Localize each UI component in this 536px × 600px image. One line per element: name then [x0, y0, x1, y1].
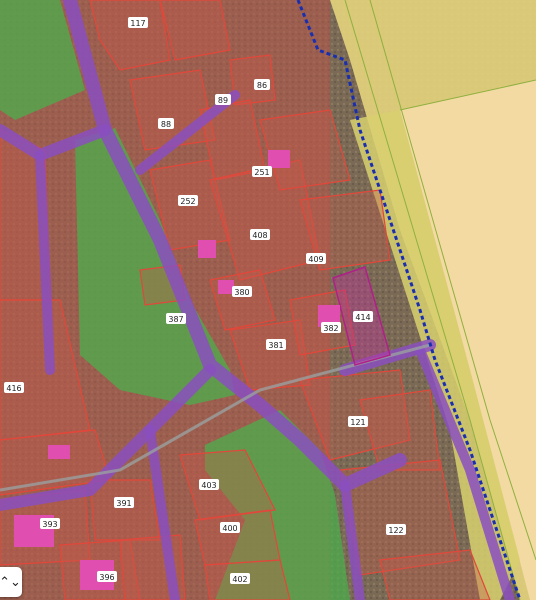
parcel-label[interactable]: 416	[6, 384, 21, 393]
parcel-label[interactable]: 387	[168, 315, 183, 324]
chevron-up-down-icon: ⌃⌄	[0, 574, 21, 590]
parcel-label[interactable]: 402	[232, 575, 247, 584]
parcel-label[interactable]: 380	[234, 288, 249, 297]
parcel-label[interactable]: 117	[130, 19, 145, 28]
parcel-label[interactable]: 408	[252, 231, 267, 240]
parcel-label[interactable]: 382	[323, 324, 338, 333]
parcel-label[interactable]: 122	[388, 526, 403, 535]
parcel-label[interactable]: 403	[201, 481, 216, 490]
parcel-label[interactable]: 400	[222, 524, 237, 533]
parcel-label[interactable]: 89	[218, 96, 228, 105]
parcel-label[interactable]: 252	[180, 197, 195, 206]
parcel-label[interactable]: 409	[308, 255, 323, 264]
zoom-control-button[interactable]: ⌃⌄	[0, 567, 22, 597]
parcel-label[interactable]: 391	[116, 499, 131, 508]
parcel-label[interactable]: 121	[350, 418, 365, 427]
map-view[interactable]: 117 86 89 88 251 252 408 409 380 387 382…	[0, 0, 536, 600]
parcel-label[interactable]: 393	[42, 520, 57, 529]
parcel-label[interactable]: 86	[257, 81, 267, 90]
parcel-label[interactable]: 414	[355, 313, 370, 322]
parcel-label[interactable]: 396	[99, 573, 114, 582]
parcel-label[interactable]: 88	[161, 120, 171, 129]
map-canvas[interactable]: 117 86 89 88 251 252 408 409 380 387 382…	[0, 0, 536, 600]
parcel-label[interactable]: 251	[254, 168, 269, 177]
parcel-label[interactable]: 381	[268, 341, 283, 350]
